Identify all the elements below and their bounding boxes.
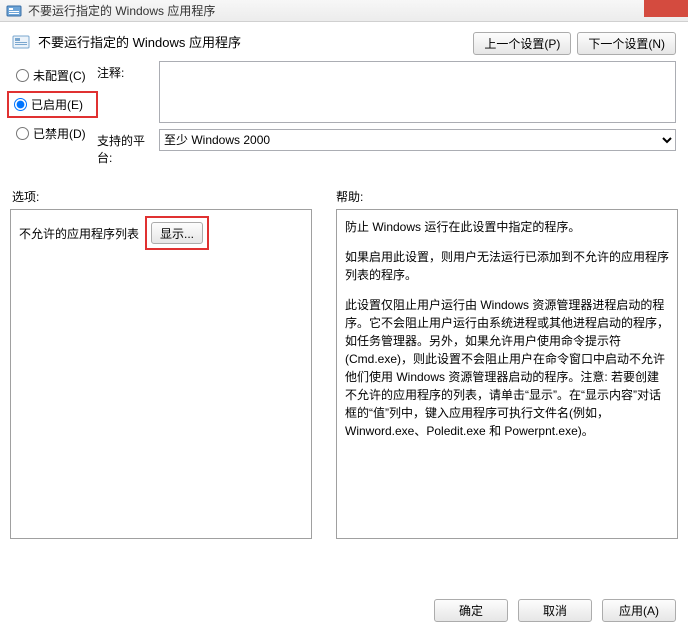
config-fields: 注释: 支持的平台: 至少 Windows 2000	[97, 61, 676, 172]
options-inner-row: 不允许的应用程序列表 显示...	[19, 218, 303, 248]
help-text: 防止 Windows 运行在此设置中指定的程序。 如果启用此设置，则用户无法运行…	[345, 218, 669, 440]
show-button[interactable]: 显示...	[151, 222, 203, 244]
show-button-highlight: 显示...	[147, 218, 207, 248]
radio-disabled-label: 已禁用(D)	[33, 125, 86, 142]
titlebar-text: 不要运行指定的 Windows 应用程序	[28, 2, 215, 19]
help-paragraph-1: 防止 Windows 运行在此设置中指定的程序。	[345, 218, 669, 236]
radio-enabled-input[interactable]	[14, 98, 27, 111]
bottom-buttons: 确定 取消 应用(A)	[434, 599, 676, 622]
help-panel: 防止 Windows 运行在此设置中指定的程序。 如果启用此设置，则用户无法运行…	[336, 209, 678, 539]
disallowed-list-label: 不允许的应用程序列表	[19, 225, 139, 242]
help-paragraph-3: 此设置仅阻止用户运行由 Windows 资源管理器进程启动的程序。它不会阻止用户…	[345, 296, 669, 440]
apply-button[interactable]: 应用(A)	[602, 599, 676, 622]
header-title: 不要运行指定的 Windows 应用程序	[38, 32, 241, 51]
platform-row: 支持的平台: 至少 Windows 2000	[97, 129, 676, 166]
radio-unconfigured[interactable]: 未配置(C)	[12, 67, 97, 84]
options-panel: 不允许的应用程序列表 显示...	[10, 209, 312, 539]
platform-select[interactable]: 至少 Windows 2000	[159, 129, 676, 151]
comment-textarea[interactable]	[159, 61, 676, 123]
next-setting-button[interactable]: 下一个设置(N)	[577, 32, 676, 55]
platform-label: 支持的平台:	[97, 129, 159, 166]
titlebar: 不要运行指定的 Windows 应用程序	[0, 0, 688, 22]
ok-button[interactable]: 确定	[434, 599, 508, 622]
comment-row: 注释:	[97, 61, 676, 123]
comment-label: 注释:	[97, 61, 159, 123]
radio-unconfigured-input[interactable]	[16, 69, 29, 82]
cancel-button[interactable]: 取消	[518, 599, 592, 622]
header: 不要运行指定的 Windows 应用程序 上一个设置(P) 下一个设置(N)	[0, 22, 688, 61]
help-paragraph-2: 如果启用此设置，则用户无法运行已添加到不允许的应用程序列表的程序。	[345, 248, 669, 284]
radio-disabled-input[interactable]	[16, 127, 29, 140]
panels: 不允许的应用程序列表 显示... 防止 Windows 运行在此设置中指定的程序…	[0, 209, 688, 539]
app-icon	[6, 3, 22, 19]
config-radios: 未配置(C) 已启用(E) 已禁用(D)	[12, 61, 97, 172]
radio-enabled-label: 已启用(E)	[31, 96, 83, 113]
radio-enabled[interactable]: 已启用(E)	[10, 94, 95, 115]
close-button[interactable]	[644, 0, 688, 17]
header-left: 不要运行指定的 Windows 应用程序	[12, 32, 241, 51]
dialog-window: 不要运行指定的 Windows 应用程序 不要运行指定的 Windows 应用程…	[0, 0, 688, 628]
section-labels: 选项: 帮助:	[0, 182, 688, 209]
radio-unconfigured-label: 未配置(C)	[33, 67, 86, 84]
config-section: 未配置(C) 已启用(E) 已禁用(D) 注释: 支持的平台: 至少 Windo…	[0, 61, 688, 182]
radio-disabled[interactable]: 已禁用(D)	[12, 125, 97, 142]
options-label: 选项:	[12, 188, 336, 205]
prev-setting-button[interactable]: 上一个设置(P)	[473, 32, 571, 55]
header-buttons: 上一个设置(P) 下一个设置(N)	[473, 32, 676, 55]
policy-icon	[12, 33, 30, 51]
help-label: 帮助:	[336, 188, 676, 205]
